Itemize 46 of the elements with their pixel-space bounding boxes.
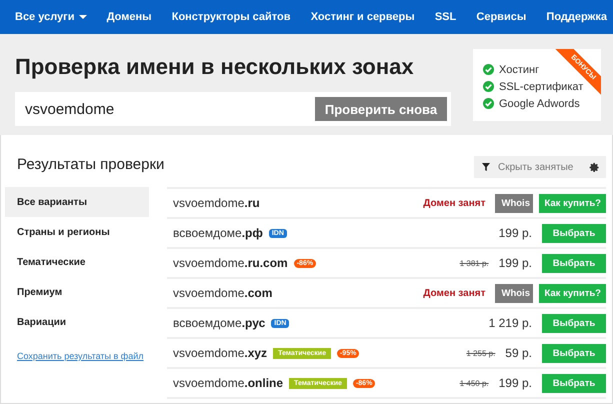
bonus-label: SSL-сертификат bbox=[499, 80, 584, 92]
domain-name: всвоемдоме.рф bbox=[173, 226, 263, 240]
whois-button[interactable]: Whois bbox=[495, 284, 534, 302]
search-field[interactable]: vsvoemdome Проверить снова bbox=[15, 92, 451, 126]
domain-name: vsvoemdome.com bbox=[173, 286, 272, 300]
bonus-label: Google Adwords bbox=[499, 98, 580, 110]
check-again-button[interactable]: Проверить снова bbox=[315, 97, 447, 121]
check-icon bbox=[483, 98, 494, 109]
hide-taken-button[interactable]: Скрыть занятые bbox=[474, 162, 583, 172]
domain-status: Домен занят bbox=[423, 198, 486, 208]
nav-link[interactable]: Поддержка bbox=[546, 11, 607, 23]
category-tab[interactable]: Премиум bbox=[5, 277, 149, 307]
results-title: Результаты проверки bbox=[17, 156, 164, 172]
price: 199 р. bbox=[498, 376, 532, 390]
category-tab[interactable]: Тематические bbox=[5, 247, 149, 277]
domain-name: vsvoemdome.ru bbox=[173, 196, 260, 210]
nav-link[interactable]: Сервисы bbox=[476, 11, 526, 23]
settings-icon[interactable] bbox=[589, 162, 600, 172]
category-tab[interactable]: Все варианты bbox=[5, 187, 149, 217]
save-results-link[interactable]: Сохранить результаты в файл bbox=[5, 351, 149, 361]
page-title: Проверка имени в нескольких зонах bbox=[15, 54, 415, 80]
domain-name: vsvoemdome.xyz bbox=[173, 346, 268, 360]
old-price: 1 450 р. bbox=[460, 378, 489, 388]
nav-link[interactable]: Домены bbox=[106, 11, 152, 23]
price: 59 р. bbox=[505, 346, 532, 360]
price: 199 р. bbox=[498, 226, 532, 240]
price: 1 219 р. bbox=[488, 316, 532, 330]
old-price: 1 381 р. bbox=[460, 258, 489, 268]
nav-link[interactable]: Все услуги bbox=[15, 11, 87, 23]
domain-status: Домен занят bbox=[423, 288, 486, 298]
nav-link[interactable]: SSL bbox=[434, 11, 456, 23]
price: 199 р. bbox=[498, 256, 532, 270]
old-price: 1 255 р. bbox=[466, 348, 496, 358]
domain-name: vsvoemdome.online bbox=[173, 376, 284, 390]
nav-link[interactable]: Конструкторы сайтов bbox=[172, 11, 290, 23]
category-tab[interactable]: Страны и регионы bbox=[5, 217, 149, 247]
domain-name: всвоемдоме.рус bbox=[173, 316, 266, 330]
check-icon bbox=[483, 64, 494, 75]
whois-button[interactable]: Whois bbox=[495, 194, 534, 212]
funnel-icon bbox=[482, 163, 490, 171]
bonus-label: Хостинг bbox=[499, 64, 540, 76]
domain-name: vsvoemdome.ru.com bbox=[173, 256, 288, 270]
caret-icon bbox=[78, 15, 87, 19]
category-tab[interactable]: Вариации bbox=[5, 307, 149, 337]
check-icon bbox=[483, 81, 494, 92]
nav-link[interactable]: Хостинг и серверы bbox=[310, 11, 415, 23]
